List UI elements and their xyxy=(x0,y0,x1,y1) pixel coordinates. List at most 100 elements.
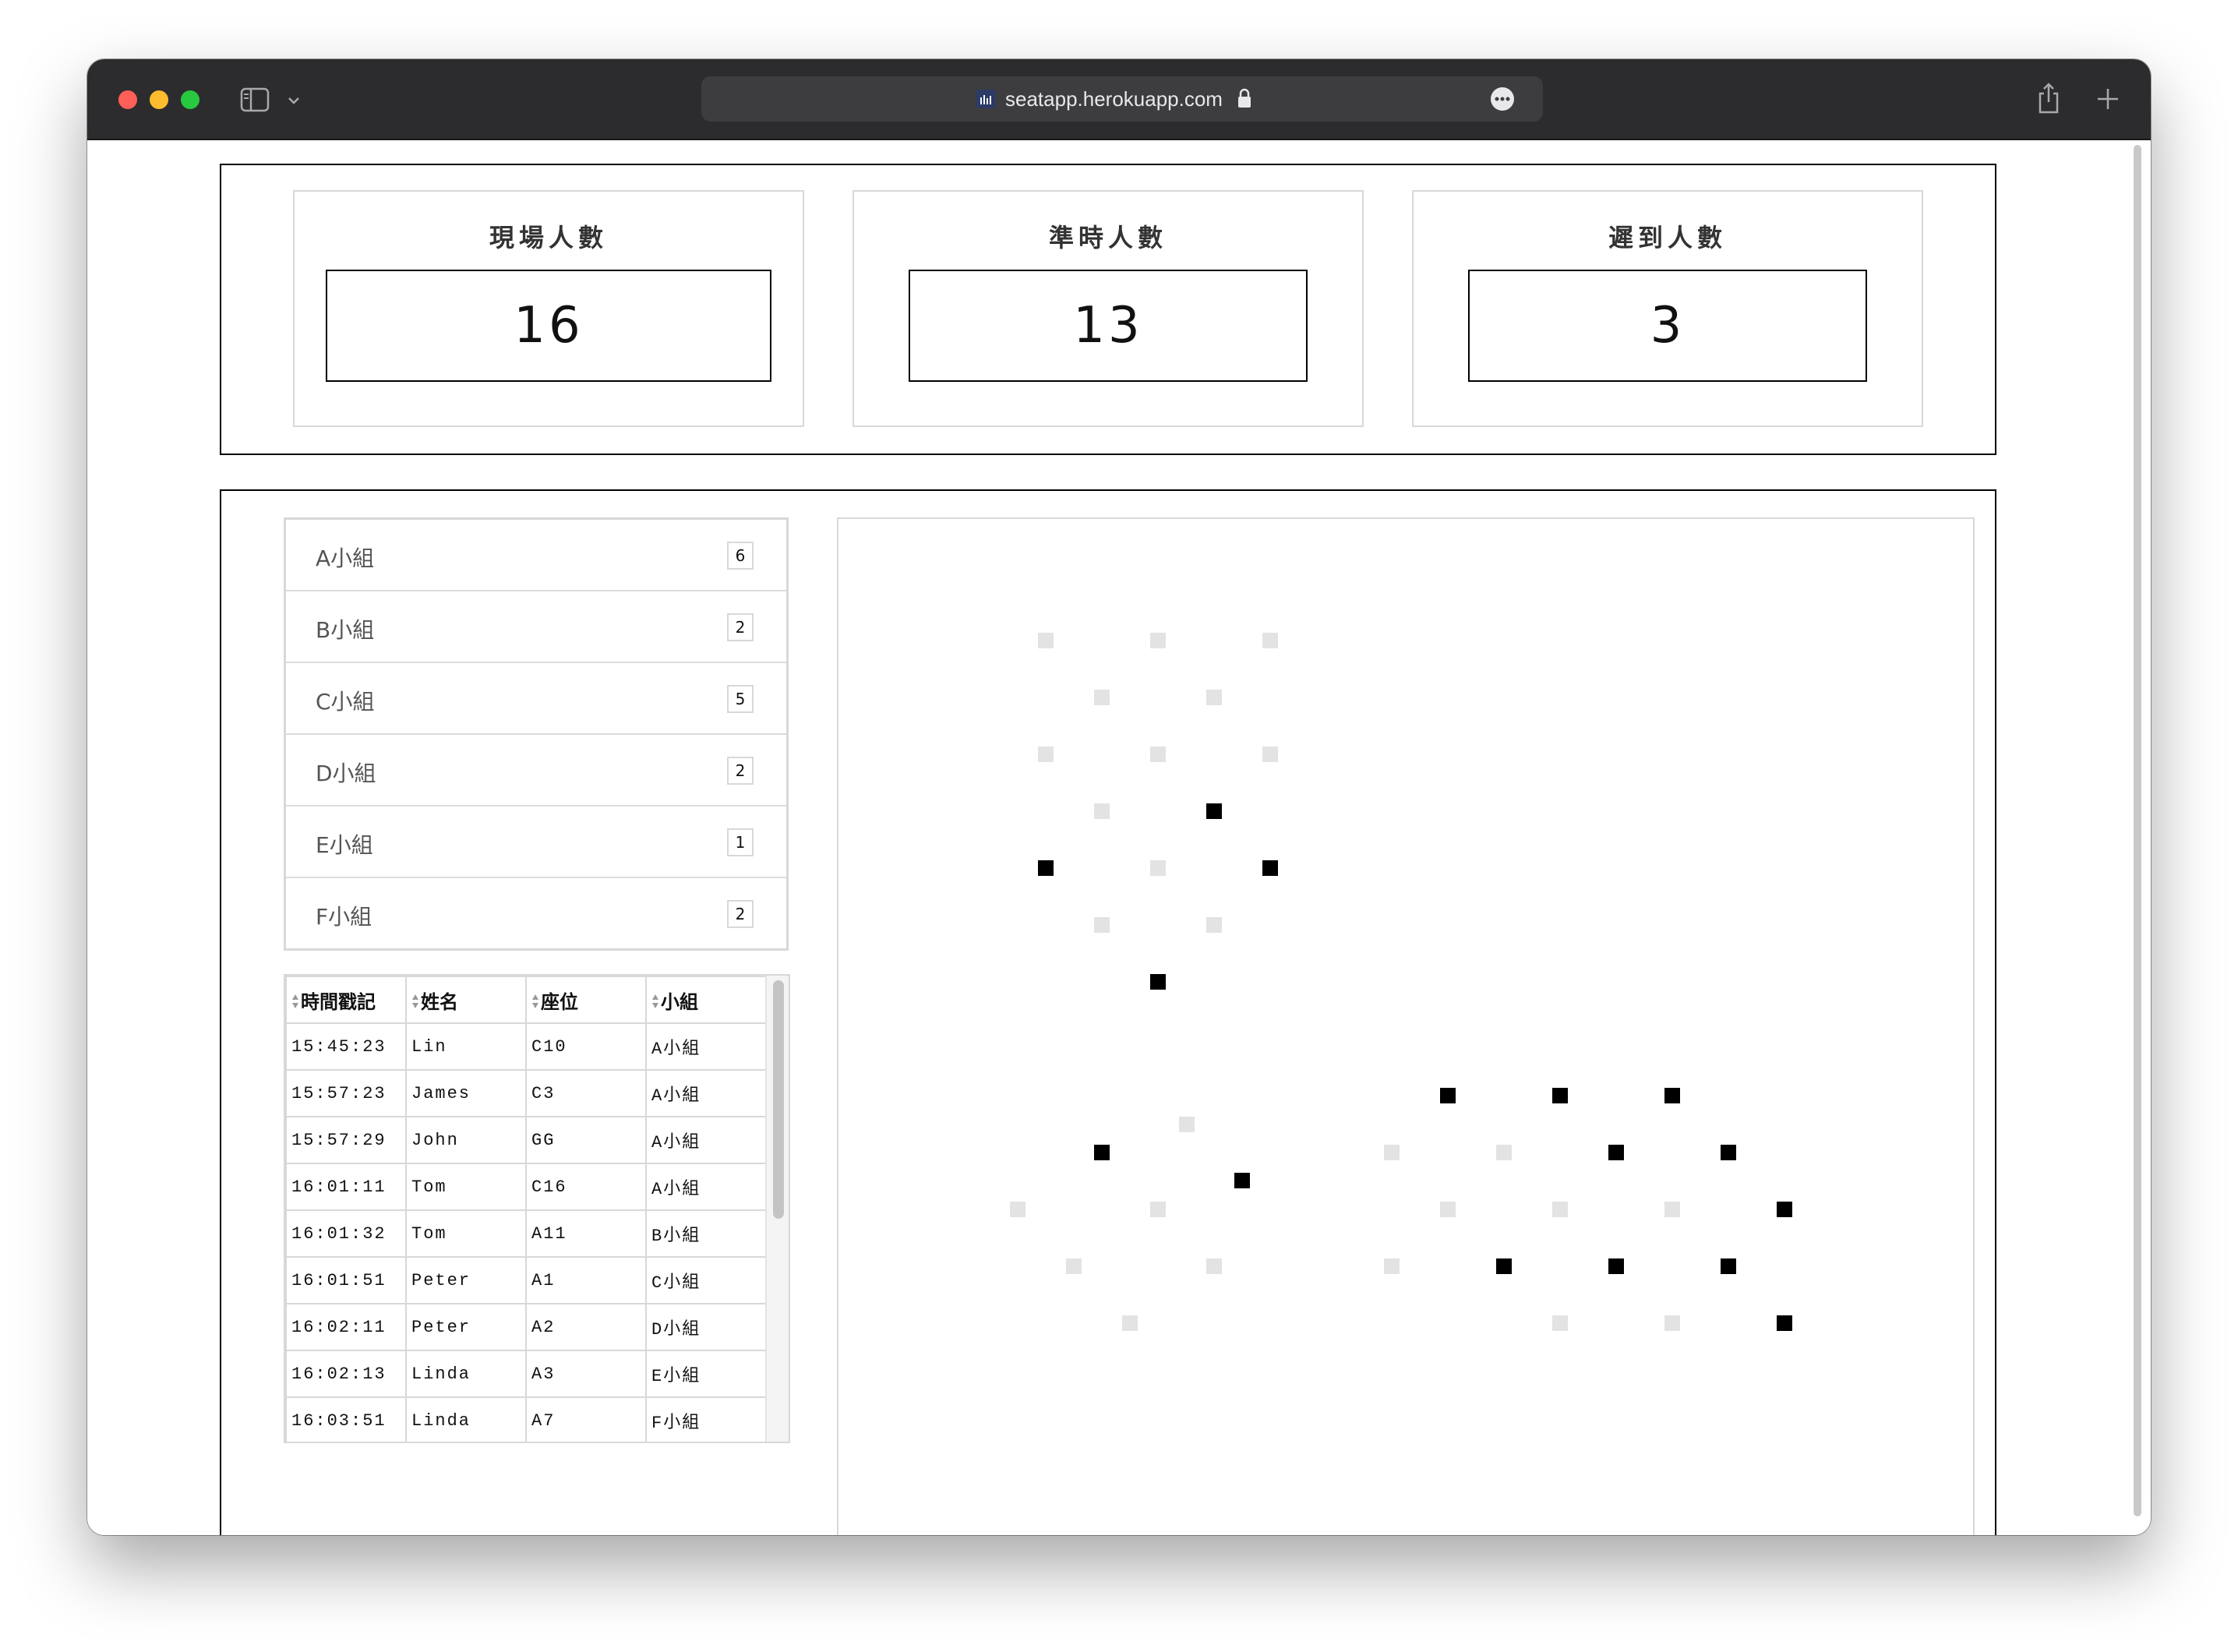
seat-taken[interactable] xyxy=(1664,1088,1680,1103)
seat-taken[interactable] xyxy=(1608,1258,1624,1274)
seat-empty[interactable] xyxy=(1262,747,1278,762)
seat-taken[interactable] xyxy=(1721,1258,1736,1274)
share-icon[interactable] xyxy=(2037,83,2060,114)
seat-taken[interactable] xyxy=(1038,860,1054,876)
group-item-b[interactable]: B小組 2 xyxy=(286,591,786,663)
late-count-card: 遲到人數 3 xyxy=(1412,190,1923,427)
cell-group: A小組 xyxy=(645,1022,767,1071)
seat-empty[interactable] xyxy=(1150,633,1166,648)
sort-icon[interactable] xyxy=(651,993,659,1010)
cell-group: C小組 xyxy=(645,1256,767,1304)
zoom-window-button[interactable] xyxy=(181,90,199,109)
seat-empty[interactable] xyxy=(1066,1258,1082,1274)
new-tab-icon[interactable] xyxy=(2096,87,2120,111)
group-item-d[interactable]: D小組 2 xyxy=(286,735,786,807)
table-scrollbar[interactable] xyxy=(765,976,789,1442)
cell-seat: C3 xyxy=(525,1069,647,1117)
cell-timestamp: 15:57:23 xyxy=(285,1069,407,1117)
group-count-badge: 2 xyxy=(727,613,754,641)
page-scrollbar[interactable] xyxy=(2134,145,2141,1516)
group-item-c[interactable]: C小組 5 xyxy=(286,663,786,735)
seat-taken[interactable] xyxy=(1777,1202,1792,1217)
group-label: F小組 xyxy=(316,904,372,930)
group-item-f[interactable]: F小組 2 xyxy=(286,878,786,950)
column-header-name[interactable]: 姓名 xyxy=(405,976,527,1024)
url-text[interactable]: seatapp.herokuapp.com xyxy=(1005,87,1223,111)
late-count-value: 3 xyxy=(1650,297,1686,355)
more-options-icon[interactable] xyxy=(1490,86,1515,111)
cell-seat: GG xyxy=(525,1116,647,1164)
seat-empty[interactable] xyxy=(1206,690,1222,705)
seat-taken[interactable] xyxy=(1234,1173,1250,1188)
seat-taken[interactable] xyxy=(1496,1258,1512,1274)
seat-empty[interactable] xyxy=(1552,1315,1568,1331)
seat-empty[interactable] xyxy=(1384,1258,1400,1274)
seat-taken[interactable] xyxy=(1552,1088,1568,1103)
seat-taken[interactable] xyxy=(1094,1145,1110,1160)
seat-empty[interactable] xyxy=(1440,1202,1456,1217)
seat-empty[interactable] xyxy=(1094,690,1110,705)
seat-empty[interactable] xyxy=(1038,633,1054,648)
seat-empty[interactable] xyxy=(1010,1202,1025,1217)
sort-icon[interactable] xyxy=(411,993,419,1010)
stats-panel: 現場人數 16 準時人數 13 遲到人數 3 xyxy=(220,164,1996,455)
sort-icon[interactable] xyxy=(291,993,299,1010)
column-header-group[interactable]: 小組 xyxy=(645,976,767,1024)
present-count-card: 現場人數 16 xyxy=(293,190,804,427)
seat-empty[interactable] xyxy=(1094,917,1110,933)
table-row: 16:01:32 Tom A11 B小組 xyxy=(285,1209,767,1258)
seat-empty[interactable] xyxy=(1179,1117,1195,1132)
checkin-log-table: 時間戳記 姓名 座位 小組 15:45:23 Lin C10 A小組 15:57:23… xyxy=(284,974,790,1443)
group-item-a[interactable]: A小組 6 xyxy=(286,520,786,591)
cell-name: Peter xyxy=(405,1256,527,1304)
seat-empty[interactable] xyxy=(1094,803,1110,819)
cell-name: Peter xyxy=(405,1303,527,1351)
group-item-e[interactable]: E小組 1 xyxy=(286,807,786,878)
seat-empty[interactable] xyxy=(1038,747,1054,762)
table-row: 16:02:11 Peter A2 D小組 xyxy=(285,1303,767,1351)
seat-empty[interactable] xyxy=(1664,1315,1680,1331)
seat-empty[interactable] xyxy=(1122,1315,1138,1331)
seat-taken[interactable] xyxy=(1206,803,1222,819)
address-bar[interactable]: seatapp.herokuapp.com xyxy=(701,76,1543,122)
column-header-timestamp[interactable]: 時間戳記 xyxy=(285,976,407,1024)
table-scrollbar-thumb[interactable] xyxy=(773,980,784,1219)
seat-empty[interactable] xyxy=(1150,1202,1166,1217)
seat-empty[interactable] xyxy=(1664,1202,1680,1217)
seat-taken[interactable] xyxy=(1608,1145,1624,1160)
sidebar-toggle-icon[interactable] xyxy=(240,87,270,112)
seat-empty[interactable] xyxy=(1206,1258,1222,1274)
seat-empty[interactable] xyxy=(1496,1145,1512,1160)
cell-name: John xyxy=(405,1116,527,1164)
cell-name: Linda xyxy=(405,1350,527,1398)
seat-empty[interactable] xyxy=(1206,917,1222,933)
cell-seat: A7 xyxy=(525,1396,647,1442)
seat-taken[interactable] xyxy=(1262,860,1278,876)
chevron-down-icon[interactable] xyxy=(287,94,301,108)
seat-taken[interactable] xyxy=(1777,1315,1792,1331)
seat-taken[interactable] xyxy=(1440,1088,1456,1103)
table-row: 16:01:11 Tom C16 A小組 xyxy=(285,1163,767,1211)
table-row: 16:03:51 Linda A7 F小組 xyxy=(285,1396,767,1442)
late-count-label: 遲到人數 xyxy=(1608,223,1727,252)
sort-icon[interactable] xyxy=(531,993,539,1010)
cell-timestamp: 16:01:11 xyxy=(285,1163,407,1211)
column-header-label: 時間戳記 xyxy=(301,990,376,1013)
browser-window: seatapp.herokuapp.com 現場人數 16 準時人數 13 遲到… xyxy=(87,59,2151,1535)
seat-empty[interactable] xyxy=(1384,1145,1400,1160)
minimize-window-button[interactable] xyxy=(150,90,168,109)
column-header-seat[interactable]: 座位 xyxy=(525,976,647,1024)
cell-group: E小組 xyxy=(645,1350,767,1398)
seat-taken[interactable] xyxy=(1721,1145,1736,1160)
group-count-badge: 6 xyxy=(727,542,754,570)
seat-empty[interactable] xyxy=(1150,860,1166,876)
cell-timestamp: 15:45:23 xyxy=(285,1022,407,1071)
seat-taken[interactable] xyxy=(1150,974,1166,990)
seat-empty[interactable] xyxy=(1552,1202,1568,1217)
cell-timestamp: 16:01:32 xyxy=(285,1209,407,1258)
close-window-button[interactable] xyxy=(118,90,137,109)
group-label: E小組 xyxy=(316,832,373,858)
seat-map xyxy=(837,517,1975,1535)
seat-empty[interactable] xyxy=(1150,747,1166,762)
seat-empty[interactable] xyxy=(1262,633,1278,648)
